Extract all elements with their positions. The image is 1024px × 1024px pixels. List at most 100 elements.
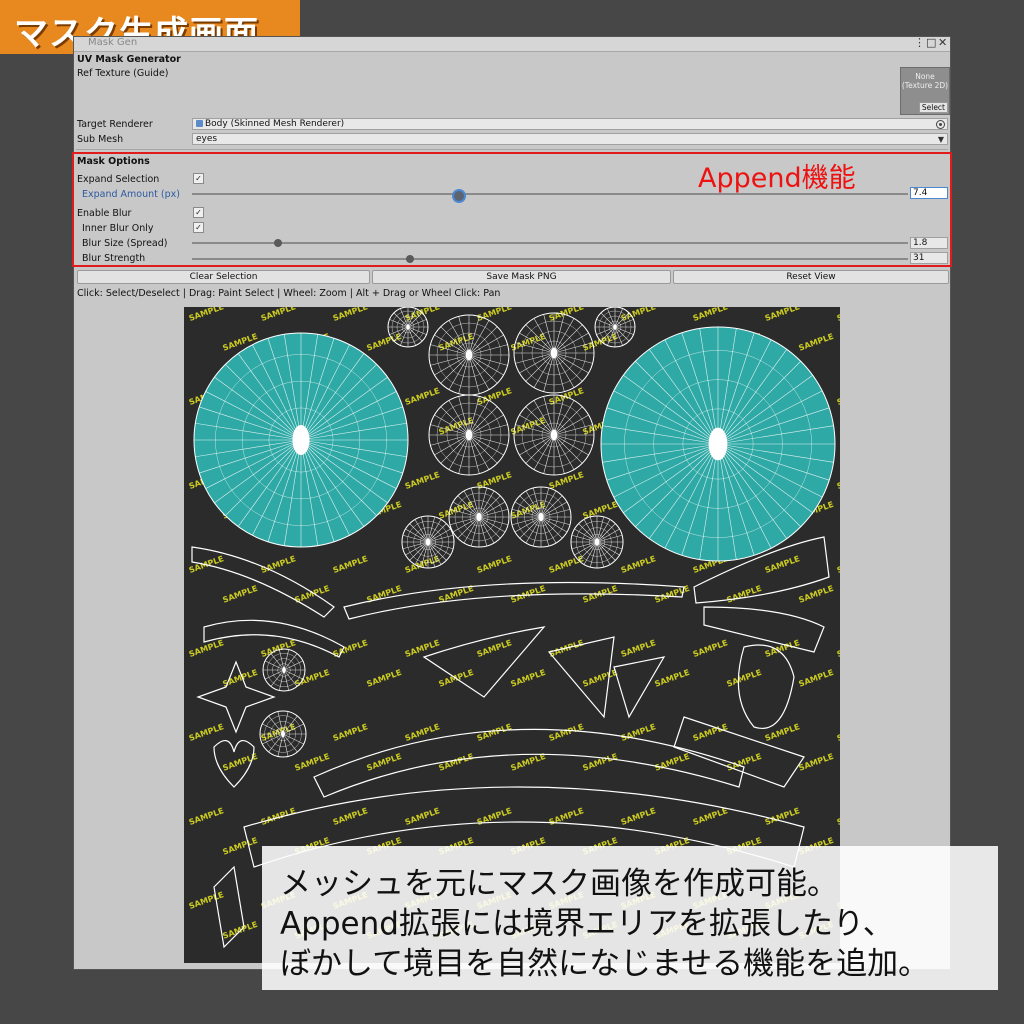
uv-eye-part: [594, 306, 636, 348]
watermark-text: SAMPLE: [836, 386, 840, 407]
watermark-text: SAMPLE: [836, 638, 840, 659]
save-mask-button[interactable]: Save Mask PNG: [372, 270, 671, 284]
expand-amount-input[interactable]: 7.4: [910, 187, 948, 199]
uv-eye-part: [570, 515, 624, 569]
watermark-text: SAMPLE: [294, 668, 331, 689]
watermark-text: SAMPLE: [476, 806, 513, 827]
watermark-text: SAMPLE: [188, 890, 225, 911]
watermark-text: SAMPLE: [726, 668, 763, 689]
expand-amount-knob[interactable]: [451, 189, 466, 203]
watermark-text: SAMPLE: [222, 836, 259, 857]
watermark-text: SAMPLE: [548, 722, 585, 743]
watermark-text: SAMPLE: [764, 722, 801, 743]
watermark-text: SAMPLE: [404, 386, 441, 407]
watermark-text: SAMPLE: [294, 752, 331, 773]
watermark-text: SAMPLE: [836, 470, 840, 491]
watermark-text: SAMPLE: [260, 638, 297, 659]
blur-size-label: Blur Size (Spread): [82, 238, 168, 249]
watermark-text: SAMPLE: [404, 554, 441, 575]
watermark-text: SAMPLE: [332, 722, 369, 743]
watermark-text: SAMPLE: [836, 722, 840, 743]
mask-options-heading: Mask Options: [77, 156, 150, 167]
uv-eye-part: [428, 314, 510, 396]
skinned-mesh-icon: [196, 120, 203, 127]
window-tab[interactable]: Mask Gen: [88, 37, 137, 48]
ref-texture-label: Ref Texture (Guide): [77, 68, 169, 79]
expand-selection-checkbox[interactable]: ✓: [193, 173, 204, 184]
caption-line-3: ぼかして境目を自然になじませる機能を追加。: [280, 946, 930, 982]
watermark-text: SAMPLE: [654, 668, 691, 689]
maximize-icon[interactable]: □: [926, 36, 936, 49]
enable-blur-checkbox[interactable]: ✓: [193, 207, 204, 218]
clear-selection-button[interactable]: Clear Selection: [77, 270, 370, 284]
texture-none-text: None: [915, 72, 935, 81]
ref-texture-field[interactable]: None (Texture 2D) Select: [900, 67, 950, 115]
watermark-text: SAMPLE: [476, 722, 513, 743]
watermark-text: SAMPLE: [620, 554, 657, 575]
uv-eye-part: [401, 515, 455, 569]
target-renderer-label: Target Renderer: [77, 119, 153, 130]
uv-eye-part: [510, 486, 572, 548]
watermark-text: SAMPLE: [332, 554, 369, 575]
watermark-text: SAMPLE: [188, 722, 225, 743]
uv-eye-part: [259, 710, 307, 758]
blur-size-input[interactable]: 1.8: [910, 237, 948, 249]
expand-selection-label: Expand Selection: [77, 174, 160, 185]
blur-strength-label: Blur Strength: [82, 253, 146, 264]
watermark-text: SAMPLE: [620, 722, 657, 743]
inner-blur-label: Inner Blur Only: [82, 223, 154, 234]
submesh-dropdown[interactable]: eyes ▼: [192, 133, 948, 145]
watermark-text: SAMPLE: [798, 668, 835, 689]
kebab-menu-icon[interactable]: ⋮: [914, 36, 925, 49]
watermark-text: SAMPLE: [764, 307, 801, 323]
blur-size-slider[interactable]: [192, 239, 908, 247]
caption-box: メッシュを元にマスク画像を作成可能。 Append拡張には境界エリアを拡張したり…: [262, 846, 998, 990]
texture-select-button[interactable]: Select: [918, 102, 948, 113]
watermark-text: SAMPLE: [836, 806, 840, 827]
blur-strength-slider[interactable]: [192, 255, 908, 263]
uv-eye-part: [262, 648, 306, 692]
divider: [76, 149, 948, 150]
append-annotation: Append機能: [698, 163, 856, 194]
close-icon[interactable]: ✕: [938, 36, 947, 49]
watermark-text: SAMPLE: [620, 806, 657, 827]
watermark-text: SAMPLE: [366, 584, 403, 605]
watermark-text: SAMPLE: [476, 554, 513, 575]
watermark-text: SAMPLE: [260, 307, 297, 323]
watermark-text: SAMPLE: [260, 806, 297, 827]
help-text: Click: Select/Deselect | Drag: Paint Sel…: [77, 288, 501, 299]
watermark-text: SAMPLE: [726, 584, 763, 605]
expand-amount-label: Expand Amount (px): [82, 189, 180, 200]
caption-line-2: Append拡張には境界エリアを拡張したり、: [280, 906, 894, 942]
watermark-text: SAMPLE: [692, 638, 729, 659]
watermark-text: SAMPLE: [222, 584, 259, 605]
blur-strength-input[interactable]: 31: [910, 252, 948, 264]
uv-star-shape: [196, 660, 276, 734]
uv-eye-right-selected: [600, 326, 836, 562]
watermark-text: SAMPLE: [654, 584, 691, 605]
blur-strength-knob[interactable]: [406, 255, 415, 263]
watermark-text: SAMPLE: [692, 806, 729, 827]
watermark-text: SAMPLE: [798, 332, 835, 353]
watermark-text: SAMPLE: [404, 470, 441, 491]
target-renderer-field[interactable]: Body (Skinned Mesh Renderer): [192, 118, 948, 130]
submesh-label: Sub Mesh: [77, 134, 124, 145]
uv-eye-left-selected: [193, 332, 409, 548]
watermark-text: SAMPLE: [476, 638, 513, 659]
uv-eye-part: [428, 394, 510, 476]
object-picker-icon[interactable]: [936, 120, 945, 129]
reset-view-button[interactable]: Reset View: [673, 270, 949, 284]
watermark-text: SAMPLE: [582, 752, 619, 773]
blur-size-knob[interactable]: [273, 239, 282, 247]
caption-line-1: メッシュを元にマスク画像を作成可能。: [280, 866, 838, 902]
watermark-text: SAMPLE: [764, 806, 801, 827]
watermark-text: SAMPLE: [582, 332, 619, 353]
submesh-value: eyes: [196, 134, 218, 144]
inner-blur-checkbox[interactable]: ✓: [193, 222, 204, 233]
watermark-text: SAMPLE: [836, 554, 840, 575]
window-titlebar: Mask Gen ⋮ □ ✕: [74, 36, 950, 52]
watermark-text: SAMPLE: [404, 638, 441, 659]
watermark-text: SAMPLE: [510, 668, 547, 689]
uv-eye-part: [387, 306, 429, 348]
watermark-text: SAMPLE: [188, 806, 225, 827]
